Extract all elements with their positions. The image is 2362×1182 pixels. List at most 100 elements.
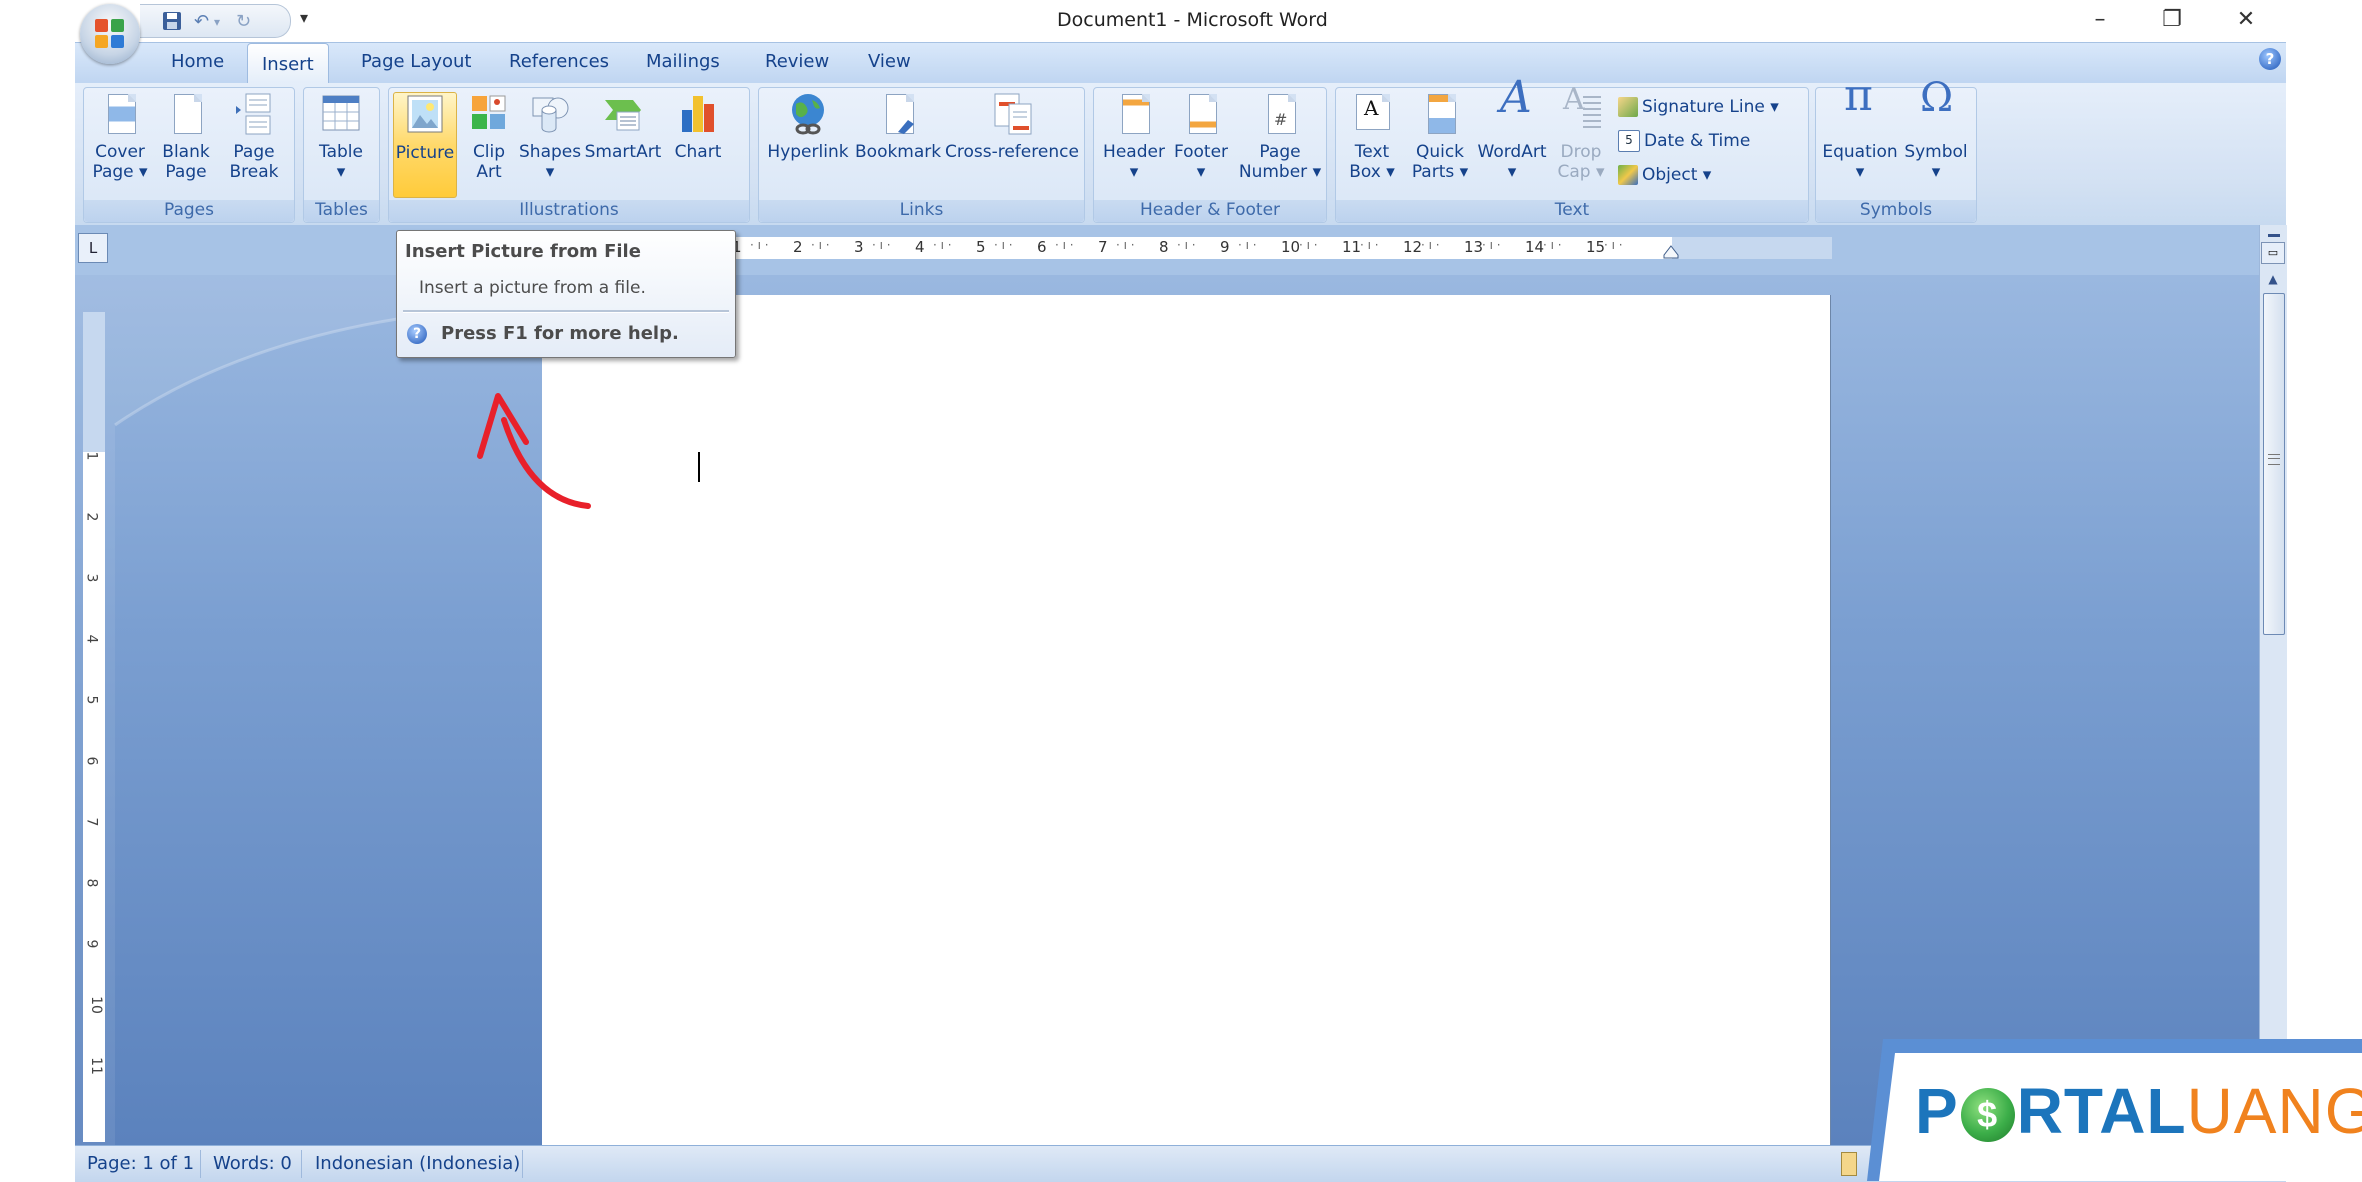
dollar-coin-icon: $ bbox=[1960, 1088, 2015, 1142]
symbol-button[interactable]: Ω Symbol ▾ bbox=[1902, 75, 1970, 192]
group-symbols: π Equation ▾ Ω Symbol ▾ Symbols bbox=[1815, 70, 1977, 223]
view-ruler-icon[interactable]: ▭ bbox=[2261, 242, 2285, 264]
undo-icon[interactable]: ↶ bbox=[194, 11, 209, 32]
omega-icon: Ω bbox=[1920, 75, 1954, 121]
save-icon[interactable] bbox=[162, 11, 182, 36]
pi-icon: π bbox=[1844, 70, 1873, 121]
help-icon[interactable]: ? bbox=[2259, 48, 2281, 70]
minimize-button[interactable]: – bbox=[2080, 4, 2120, 36]
portaluang-watermark: P $ RTALUANG bbox=[1867, 1039, 2362, 1181]
quick-parts-icon bbox=[1420, 92, 1460, 136]
drop-cap-icon: A bbox=[1561, 85, 1601, 136]
date-time-button[interactable]: 5 Date & Time bbox=[1618, 128, 1750, 154]
quick-parts-button[interactable]: Quick Parts ▾ bbox=[1408, 92, 1472, 192]
ruler-tick-label: 10 bbox=[87, 996, 104, 1014]
signature-line-button[interactable]: Signature Line ▾ bbox=[1618, 94, 1779, 120]
ruler-tick-label: 13 bbox=[1464, 238, 1484, 256]
right-indent-marker[interactable] bbox=[1663, 245, 1679, 259]
group-label-links: Links bbox=[759, 200, 1084, 222]
footer-icon bbox=[1181, 92, 1221, 136]
office-button[interactable] bbox=[80, 4, 140, 64]
scroll-up-icon[interactable]: ▲ bbox=[2262, 270, 2284, 288]
text-box-icon: A bbox=[1352, 92, 1392, 136]
picture-button[interactable]: Picture bbox=[393, 92, 457, 198]
tab-references[interactable]: References bbox=[505, 51, 613, 72]
ruler-tick-label: 11 bbox=[1342, 238, 1362, 256]
tab-selector-button[interactable]: L bbox=[78, 233, 108, 263]
close-button[interactable]: ✕ bbox=[2226, 4, 2266, 36]
hyperlink-icon bbox=[788, 92, 828, 136]
group-illustrations: Picture Clip Art Shapes ▾ SmartArt Chart bbox=[388, 87, 750, 223]
footer-button[interactable]: Footer ▾ bbox=[1170, 92, 1232, 192]
object-button[interactable]: Object ▾ bbox=[1618, 162, 1711, 188]
equation-button[interactable]: π Equation ▾ bbox=[1820, 70, 1900, 192]
ruler-tick-mark: · ı · bbox=[750, 238, 769, 252]
page-break-button[interactable]: Page Break bbox=[222, 92, 286, 192]
blank-page-button[interactable]: Blank Page bbox=[156, 92, 216, 192]
clip-art-icon bbox=[469, 92, 509, 136]
tab-view[interactable]: View bbox=[864, 51, 915, 72]
picture-icon bbox=[405, 93, 445, 137]
chart-button[interactable]: Chart bbox=[667, 92, 729, 192]
tab-insert[interactable]: Insert bbox=[247, 43, 329, 85]
ruler-tick-mark: · ı · bbox=[811, 238, 830, 252]
shapes-button[interactable]: Shapes ▾ bbox=[519, 92, 581, 192]
ruler-tick-mark: · ı · bbox=[1543, 238, 1562, 252]
title-bar: Document1 - Microsoft Word – ❐ ✕ bbox=[0, 0, 2362, 42]
smartart-button[interactable]: SmartArt bbox=[583, 92, 663, 192]
cover-page-button[interactable]: Cover Page ▾ bbox=[88, 92, 152, 192]
group-label-header-footer: Header & Footer bbox=[1094, 200, 1326, 222]
ruler-tick-mark: · ı · bbox=[872, 238, 891, 252]
header-button[interactable]: Header ▾ bbox=[1100, 92, 1168, 192]
clip-art-button[interactable]: Clip Art bbox=[463, 92, 515, 192]
wordart-icon: A bbox=[1500, 72, 1532, 123]
undo-dropdown-icon[interactable]: ▾ bbox=[214, 15, 220, 29]
horizontal-ruler-right-margin bbox=[1672, 237, 1832, 259]
status-language[interactable]: Indonesian (Indonesia) bbox=[315, 1153, 520, 1174]
vertical-ruler-top-margin bbox=[83, 312, 105, 452]
wordart-button[interactable]: A WordArt ▾ bbox=[1474, 72, 1550, 192]
customize-qat-button[interactable]: ▾ bbox=[300, 8, 308, 27]
status-page[interactable]: Page: 1 of 1 bbox=[87, 1153, 194, 1174]
tooltip-title: Insert Picture from File bbox=[405, 241, 641, 262]
tooltip-help-text: Press F1 for more help. bbox=[441, 323, 679, 344]
group-header-footer: Header ▾ Footer ▾ # Page Number ▾ Header… bbox=[1093, 87, 1327, 223]
cross-reference-icon bbox=[991, 92, 1032, 136]
table-button[interactable]: Table ▾ bbox=[310, 92, 372, 192]
text-box-button[interactable]: A Text Box ▾ bbox=[1340, 92, 1404, 192]
quick-access-toolbar: ↶ ▾ ↻ bbox=[140, 4, 291, 38]
chart-icon bbox=[678, 92, 718, 136]
document-page[interactable] bbox=[542, 295, 1830, 1145]
status-separator bbox=[301, 1150, 302, 1178]
header-icon bbox=[1114, 92, 1154, 136]
page-number-button[interactable]: # Page Number ▾ bbox=[1238, 92, 1322, 192]
table-icon bbox=[321, 92, 361, 136]
date-time-icon: 5 bbox=[1618, 130, 1640, 152]
tab-page-layout[interactable]: Page Layout bbox=[357, 51, 476, 72]
group-label-text: Text bbox=[1336, 200, 1808, 222]
cross-reference-button[interactable]: Cross-reference bbox=[945, 92, 1079, 192]
shapes-icon bbox=[530, 92, 570, 136]
watermark-rtal: RTAL bbox=[2016, 1075, 2187, 1147]
ruler-tick-mark: · ı · bbox=[1299, 238, 1318, 252]
ruler-tick-mark: · ı · bbox=[1421, 238, 1440, 252]
text-cursor bbox=[698, 452, 700, 482]
ruler-tick-mark: · ı · bbox=[1482, 238, 1501, 252]
hyperlink-button[interactable]: Hyperlink bbox=[763, 92, 853, 192]
tab-mailings[interactable]: Mailings bbox=[642, 51, 724, 72]
ruler-tick-mark: · ı · bbox=[1177, 238, 1196, 252]
help-icon: ? bbox=[407, 324, 427, 344]
drop-cap-button[interactable]: A Drop Cap ▾ bbox=[1552, 85, 1610, 192]
view-mode-icon[interactable] bbox=[1841, 1152, 1857, 1176]
split-handle[interactable] bbox=[2268, 234, 2280, 237]
tab-home[interactable]: Home bbox=[167, 51, 228, 72]
scroll-thumb[interactable] bbox=[2263, 293, 2285, 635]
redo-icon[interactable]: ↻ bbox=[236, 11, 251, 32]
restore-button[interactable]: ❐ bbox=[2152, 4, 2192, 36]
bookmark-button[interactable]: Bookmark bbox=[855, 92, 941, 192]
ruler-tick-label: 3 bbox=[83, 573, 100, 583]
ruler-tick-label: 4 bbox=[915, 238, 925, 256]
smartart-icon bbox=[603, 92, 643, 136]
tab-review[interactable]: Review bbox=[761, 51, 833, 72]
status-words[interactable]: Words: 0 bbox=[213, 1153, 292, 1174]
